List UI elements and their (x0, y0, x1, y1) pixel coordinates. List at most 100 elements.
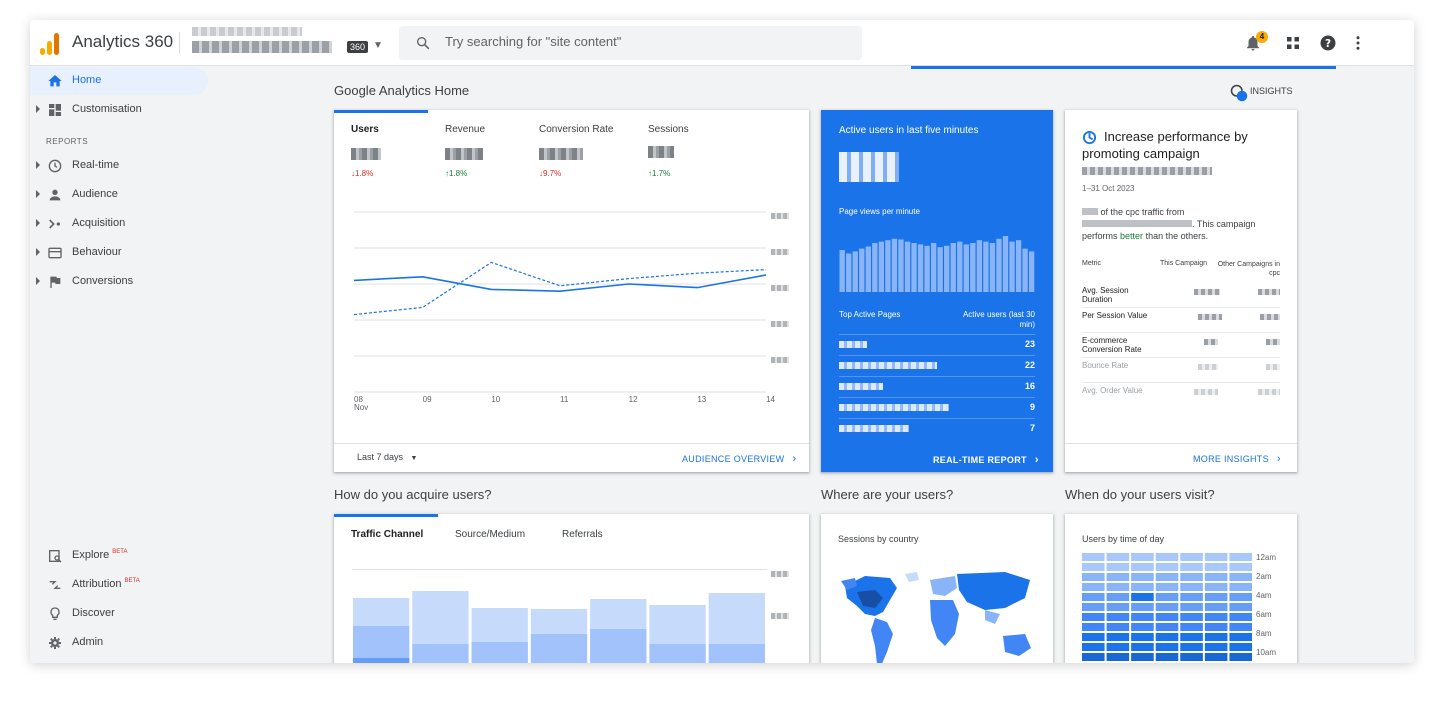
pageview-bar (930, 243, 937, 292)
tab-source-medium[interactable]: Source/Medium (455, 529, 525, 540)
heatmap-cell (1229, 613, 1252, 621)
heatmap-cell (1204, 573, 1228, 581)
channel-bar-mid (590, 629, 647, 663)
sidebar-item-discover[interactable]: Discover (30, 600, 208, 628)
sidebar-item-home[interactable]: Home (30, 67, 208, 95)
region-southeast-asia (985, 610, 1000, 624)
channel-bar-mid (471, 642, 528, 663)
page-path (839, 362, 937, 369)
heatmap-cell (1155, 593, 1179, 601)
pageviews-bar-chart (839, 236, 1035, 292)
sidebar-item-real-time[interactable]: Real-time (30, 152, 208, 180)
sidebar-item-label: Real-time (72, 159, 120, 171)
when-section-title: When do your users visit? (1065, 487, 1215, 502)
more-insights-link[interactable]: MORE INSIGHTS › (1193, 453, 1281, 465)
help-icon[interactable]: ? (1319, 34, 1337, 52)
table-row[interactable]: 16 (839, 376, 1035, 397)
hour-label: 4am (1256, 591, 1272, 600)
pageview-bar (846, 253, 852, 292)
account-chevron-down-icon[interactable]: ▼ (373, 40, 383, 51)
metric-conversion-rate[interactable]: Conversion Rate (539, 124, 613, 135)
metric-sessions[interactable]: Sessions (648, 124, 689, 135)
y-axis-tick (771, 249, 789, 255)
row-value: 22 (1024, 360, 1035, 370)
metric-revenue[interactable]: Revenue (445, 124, 485, 135)
top-pages-header: Top Active Pages (839, 310, 901, 319)
search-input[interactable] (445, 34, 845, 49)
pageview-bar (898, 239, 904, 292)
home-icon (48, 75, 62, 87)
sidebar-item-admin[interactable]: Admin (30, 629, 208, 657)
heatmap-cell (1131, 573, 1154, 581)
heatmap-cell (1106, 633, 1130, 641)
heatmap-cell (1131, 653, 1154, 661)
pageview-bar (1022, 248, 1028, 292)
insights-button[interactable]: INSIGHTS (1250, 86, 1293, 96)
divider (334, 443, 809, 444)
heatmap-cell (1106, 613, 1130, 621)
sidebar-item-label: Attribution BETA (72, 578, 140, 590)
insights-icon[interactable] (1230, 84, 1248, 102)
x-axis-tick-label: 09 (422, 395, 432, 404)
table-row[interactable]: 7 (839, 418, 1035, 439)
sidebar-item-behaviour[interactable]: Behaviour (30, 239, 208, 267)
account-name[interactable] (192, 27, 302, 36)
sidebar-item-acquisition[interactable]: Acquisition (30, 210, 208, 238)
metric-users[interactable]: Users (351, 124, 379, 135)
table-row[interactable]: 22 (839, 355, 1035, 376)
pageview-bar (996, 238, 1002, 292)
search-icon (417, 37, 430, 50)
sidebar-item-conversions[interactable]: Conversions (30, 268, 208, 296)
heatmap-cell (1155, 563, 1179, 571)
world-map[interactable] (835, 566, 1040, 663)
where-section-title: Where are your users? (821, 487, 954, 502)
heatmap-cell (1155, 653, 1179, 661)
lightbulb-icon (50, 607, 60, 620)
beta-badge: BETA (124, 578, 140, 584)
sidebar-item-label: Discover (72, 607, 115, 619)
sidebar-item-label: Audience (72, 188, 118, 200)
more-vert-icon[interactable] (1349, 34, 1367, 52)
channel-bar-mid (708, 644, 765, 663)
region-greenland (905, 572, 919, 582)
pageview-bar (989, 243, 996, 292)
row-value: 23 (1024, 339, 1035, 349)
sidebar-item-customisation[interactable]: Customisation (30, 96, 208, 124)
table-row[interactable]: 23 (839, 334, 1035, 355)
pageview-bar (983, 241, 989, 292)
heatmap-cell (1155, 583, 1179, 591)
analytics-logo-icon[interactable] (40, 33, 60, 55)
acquisition-icon (49, 219, 60, 229)
sidebar-item-audience[interactable]: Audience (30, 181, 208, 209)
page-path (839, 425, 909, 432)
pageview-bar (1015, 240, 1022, 292)
dashboard-icon (49, 104, 61, 116)
col-metric: Metric (1082, 260, 1102, 267)
heatmap-cell (1180, 613, 1203, 621)
property-name[interactable] (192, 41, 332, 53)
table-row[interactable]: 9 (839, 397, 1035, 418)
realtime-report-link[interactable]: REAL-TIME REPORT › (933, 454, 1039, 466)
sidebar-item-attribution[interactable]: Attribution BETA (30, 571, 208, 599)
channel-bar-mid (530, 634, 588, 663)
apps-grid-icon[interactable] (1284, 34, 1302, 52)
heatmap-cell (1131, 593, 1154, 601)
expand-arrow-icon (36, 277, 40, 285)
heatmap-cell (1082, 593, 1105, 601)
hour-label: 10am (1256, 648, 1277, 657)
active-users-header: Active users (last 30 min) (962, 310, 1035, 329)
page-title: Google Analytics Home (334, 83, 470, 98)
heatmap-cell (1155, 553, 1179, 561)
heatmap-cell (1229, 623, 1252, 631)
search-box[interactable] (399, 26, 862, 60)
explore-icon (49, 550, 62, 563)
tab-referrals[interactable]: Referrals (562, 529, 603, 540)
time-of-day-heatmap[interactable] (1082, 553, 1254, 663)
pageview-bar (950, 243, 956, 292)
audience-overview-link[interactable]: AUDIENCE OVERVIEW › (682, 453, 796, 465)
sidebar-item-explore[interactable]: Explore BETA (30, 542, 208, 570)
date-range-selector[interactable]: Last 7 days ▼ (357, 452, 417, 462)
pageview-bar (976, 240, 983, 292)
tab-traffic-channel[interactable]: Traffic Channel (351, 529, 423, 540)
metric-row: Avg. Order Value (1082, 383, 1280, 408)
